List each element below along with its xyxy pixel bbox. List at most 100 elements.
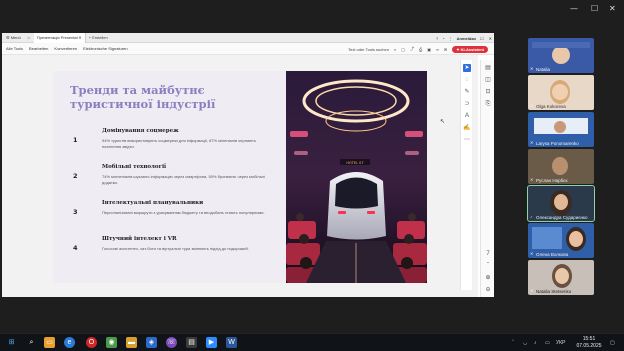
- item-heading: Інтелектуальні планувальники: [102, 200, 204, 206]
- bookmark-icon[interactable]: ⊡: [484, 88, 492, 96]
- search-icon[interactable]: ⌕: [394, 47, 396, 52]
- mic-muted-icon: ✕: [530, 177, 534, 182]
- folder-icon[interactable]: ▬: [126, 337, 137, 348]
- tab-label: Презентація Presentation: [36, 35, 79, 40]
- mic-icon: ♪: [530, 214, 532, 219]
- slide-title: Тренди та майбутнє туристичної індустрії: [70, 83, 216, 111]
- page-number-7-icon[interactable]: 7: [484, 250, 492, 258]
- viewer-close-icon[interactable]: ✕: [489, 36, 492, 41]
- lasso-icon[interactable]: ⊃: [463, 100, 471, 108]
- taskbar-clock[interactable]: 15:51 07.05.2025: [572, 336, 606, 350]
- shared-screen-pdf-viewer: ☰ Menü ⌂ Презентація Presentation ✕ + Er…: [2, 33, 494, 297]
- volume-icon[interactable]: ♪: [534, 334, 537, 351]
- attachments-icon[interactable]: ⎘: [484, 100, 492, 108]
- participant-tile[interactable]: ✕ Larysa Ponomarenko: [528, 112, 594, 147]
- participant-tile[interactable]: ✕ Natalia Stetsenko: [528, 260, 594, 295]
- participant-tile[interactable]: ✕ Natalia: [528, 38, 594, 73]
- item-heading: Мобільні технології: [102, 164, 167, 170]
- share-icon[interactable]: ⤴: [410, 46, 414, 52]
- new-tab-button[interactable]: + Erstellen: [86, 33, 111, 42]
- mail-icon[interactable]: ✉: [444, 47, 447, 52]
- mic-muted-icon: ✕: [530, 103, 534, 108]
- mic-muted-icon: ✕: [530, 251, 534, 256]
- ai-assistant-button[interactable]: ✦ KI-Assistent: [452, 45, 488, 53]
- clock-date: 07.05.2025: [576, 343, 602, 349]
- zoom-in-icon[interactable]: ⊕: [484, 274, 492, 282]
- signature-icon[interactable]: ✍: [463, 124, 471, 132]
- side-panel-rail: ▤ ◫ ⊡ ⎘ 7 ˆ ⊕ ⊖: [480, 60, 494, 297]
- zoom-out-icon[interactable]: ⊖: [484, 286, 492, 294]
- menu-esign[interactable]: Elektronische Signaturen: [80, 46, 130, 51]
- item-text: 74% мілленіалів шукають інформацію через…: [102, 174, 265, 185]
- viber-icon[interactable]: ☏: [166, 337, 177, 348]
- print-icon[interactable]: ⎙: [419, 47, 422, 52]
- network-icon[interactable]: ◡: [523, 334, 527, 351]
- chrome-icon[interactable]: ◉: [106, 337, 117, 348]
- mic-muted-icon: ✕: [530, 140, 534, 145]
- notifications-icon[interactable]: ▢: [610, 334, 615, 351]
- link-icon[interactable]: ∞: [436, 47, 439, 52]
- viewer-minimize-icon[interactable]: —: [471, 36, 475, 41]
- menu-convert[interactable]: Konvertieren: [51, 46, 80, 51]
- participant-name: Руслан Нарбєк: [536, 178, 568, 183]
- participant-tile[interactable]: ✕ Olga Kokoreva: [528, 75, 594, 110]
- search-icon[interactable]: ⌕: [26, 337, 37, 348]
- language-indicator[interactable]: УКР: [556, 334, 565, 351]
- item-number: 2: [73, 172, 78, 180]
- start-icon[interactable]: ⊞: [6, 337, 17, 348]
- window-maximize-button[interactable]: ☐: [591, 4, 598, 13]
- mic-muted-icon: ✕: [530, 66, 534, 71]
- word-icon[interactable]: W: [226, 337, 237, 348]
- close-tab-icon[interactable]: ✕: [78, 35, 81, 40]
- comment-icon[interactable]: ◌: [463, 76, 471, 84]
- bell-icon[interactable]: ◔: [442, 36, 444, 41]
- file-explorer-icon[interactable]: ▭: [44, 337, 55, 348]
- mouse-cursor-icon: ↖: [440, 119, 446, 125]
- cursor-icon[interactable]: ➤: [463, 64, 471, 72]
- menu-all-tools[interactable]: Alle Tools: [2, 46, 26, 51]
- windows-taskbar: ⊞ ⌕ ▭ e O ◉ ▬ ◈ ☏ ▤ ▶ W ˆ ◡ ♪ ▭ УКР 15:5…: [0, 333, 624, 351]
- pages-icon[interactable]: ▢: [401, 47, 405, 52]
- menu-edit[interactable]: Bearbeiten: [26, 46, 51, 51]
- defender-icon[interactable]: ◈: [146, 337, 157, 348]
- text-icon[interactable]: A: [463, 112, 471, 120]
- home-tab[interactable]: ⌂: [24, 33, 34, 42]
- window-minimize-button[interactable]: —: [570, 4, 578, 13]
- participant-tile[interactable]: ✕ Олена Волкова: [528, 223, 594, 258]
- layers-icon[interactable]: ◫: [484, 76, 492, 84]
- item-text: 94% туристів використовують соцмережі дл…: [102, 138, 256, 149]
- clock-time: 15:51: [582, 336, 596, 342]
- help-icon[interactable]: ?: [436, 36, 438, 41]
- item-text: Голосові асистенти, чат-боти та віртуаль…: [102, 246, 249, 251]
- more-icon[interactable]: ⋯: [463, 136, 471, 144]
- participant-name: Olga Kokoreva: [536, 104, 566, 109]
- item-heading: Штучний інтелект і VR: [102, 236, 177, 242]
- search-field[interactable]: Text oder Tools suchen: [348, 47, 389, 52]
- annotation-toolbar: ➤ ◌ ✎ ⊃ A ✍ ⋯: [460, 60, 472, 290]
- item-number: 4: [73, 244, 78, 252]
- app-icon[interactable]: ▤: [186, 337, 197, 348]
- presentation-slide: Тренди та майбутнє туристичної індустрії…: [53, 71, 427, 283]
- viewer-menu-button[interactable]: ☰ Menü: [2, 33, 24, 42]
- participant-name: Natalia Stetsenko: [536, 289, 572, 294]
- slide-photo-train: HOTEL 07: [286, 71, 427, 283]
- page-up-icon[interactable]: ˆ: [484, 262, 492, 270]
- pen-icon[interactable]: ✎: [463, 88, 471, 96]
- apps-icon[interactable]: ⋮: [449, 36, 453, 41]
- battery-icon[interactable]: ▭: [545, 334, 550, 351]
- window-close-button[interactable]: ✕: [609, 4, 616, 13]
- participant-tile-active-speaker[interactable]: ♪ Олександра Судариєнко: [527, 185, 595, 222]
- photo-sign-text: HOTEL 07: [346, 161, 363, 165]
- tray-chevron-icon[interactable]: ˆ: [512, 334, 514, 351]
- panel-icon[interactable]: ▤: [484, 64, 492, 72]
- participant-name: Олександра Судариєнко: [536, 215, 588, 220]
- viewer-maximize-icon[interactable]: ☐: [480, 36, 484, 41]
- save-icon[interactable]: ▣: [427, 47, 431, 52]
- participant-tile[interactable]: ✕ Руслан Нарбєк: [528, 149, 594, 184]
- participant-name: Natalia: [536, 67, 551, 72]
- opera-icon[interactable]: O: [86, 337, 97, 348]
- edge-browser-icon[interactable]: e: [64, 337, 75, 348]
- item-number: 1: [73, 136, 78, 144]
- zoom-app-icon[interactable]: ▶: [206, 337, 217, 348]
- document-tab[interactable]: Презентація Presentation ✕: [33, 33, 86, 43]
